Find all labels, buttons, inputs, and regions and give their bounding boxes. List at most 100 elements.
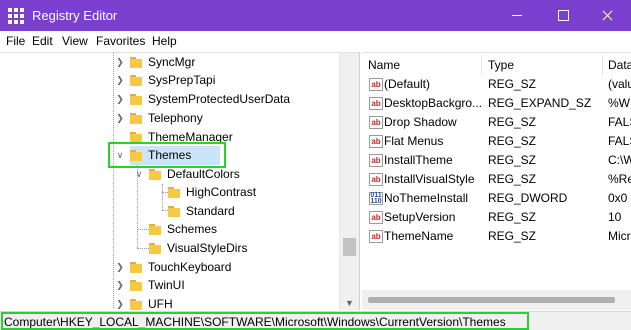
tree-connector xyxy=(137,248,149,249)
string-value-icon: ab xyxy=(369,211,383,224)
column-header-type[interactable]: Type xyxy=(488,55,514,75)
menu-file[interactable]: File xyxy=(6,34,25,48)
folder-icon xyxy=(130,299,142,310)
folder-icon xyxy=(130,75,142,86)
folder-icon xyxy=(168,206,180,217)
value-row[interactable]: ab InstallVisualStyle REG_SZ %Re xyxy=(362,170,631,189)
tree-item-label: SysPrepTapi xyxy=(148,73,216,87)
value-row[interactable]: ab Drop Shadow REG_SZ FALS xyxy=(362,113,631,132)
value-row[interactable]: 011 110 NoThemeInstall REG_DWORD 0x0 xyxy=(362,189,631,208)
tree-item-label: SystemProtectedUserData xyxy=(148,92,291,106)
scroll-down-icon[interactable]: ▼ xyxy=(345,298,354,308)
column-divider[interactable] xyxy=(481,55,482,75)
column-header-data[interactable]: Data xyxy=(608,55,631,75)
value-data: %Re xyxy=(608,172,631,186)
folder-icon xyxy=(130,94,142,105)
folder-icon xyxy=(149,243,161,254)
value-name: InstallVisualStyle xyxy=(384,172,475,186)
chevron-right-icon[interactable]: ❯ xyxy=(115,90,125,109)
menu-edit[interactable]: Edit xyxy=(32,34,53,48)
folder-icon xyxy=(130,280,142,291)
tree-connector xyxy=(113,53,114,308)
registry-values-list[interactable]: Name Type Data ab (Default) REG_SZ (valu… xyxy=(362,52,631,310)
value-data: FALS xyxy=(608,134,631,148)
value-row[interactable]: ab InstallTheme REG_SZ C:\W xyxy=(362,151,631,170)
tree-item-label: HighContrast xyxy=(186,185,257,199)
string-value-icon: ab xyxy=(369,97,383,110)
chevron-right-icon[interactable]: ❯ xyxy=(115,295,125,310)
value-data: (valu xyxy=(608,77,631,91)
value-name: Drop Shadow xyxy=(384,115,457,129)
value-name: InstallTheme xyxy=(384,153,453,167)
value-name: (Default) xyxy=(384,77,431,91)
value-row[interactable]: ab DesktopBackgro... REG_EXPAND_SZ %W xyxy=(362,94,631,113)
tree-item-label: DefaultColors xyxy=(167,167,240,181)
value-data: 10 xyxy=(608,210,622,224)
value-data: 0x0 xyxy=(608,191,628,205)
chevron-right-icon[interactable]: ❯ xyxy=(115,276,125,295)
maximize-button[interactable] xyxy=(540,0,586,31)
value-type: REG_SZ xyxy=(488,210,537,224)
value-name: ThemeName xyxy=(384,229,454,243)
folder-icon xyxy=(130,57,142,68)
value-type: REG_SZ xyxy=(488,172,537,186)
string-value-icon: ab xyxy=(369,78,383,91)
value-data: %W xyxy=(608,96,630,110)
value-type: REG_SZ xyxy=(488,229,537,243)
folder-icon xyxy=(130,113,142,124)
value-row[interactable]: ab ThemeName REG_SZ Micr xyxy=(362,227,631,246)
tree-item-label: SyncMgr xyxy=(148,55,196,69)
menu-bar: File Edit View Favorites Help xyxy=(0,31,631,51)
close-button[interactable] xyxy=(585,0,631,31)
string-value-icon: ab xyxy=(369,154,383,167)
chevron-right-icon[interactable]: ❯ xyxy=(115,258,125,277)
value-type: REG_EXPAND_SZ xyxy=(488,96,592,110)
value-name: SetupVersion xyxy=(384,210,456,224)
tree-connector xyxy=(137,229,149,230)
tree-item-label: TouchKeyboard xyxy=(148,260,232,274)
chevron-down-icon[interactable]: ∨ xyxy=(134,165,144,184)
value-name: NoThemeInstall xyxy=(384,191,469,205)
string-value-icon: ab xyxy=(369,173,383,186)
folder-icon xyxy=(168,187,180,198)
tree-item-label: Standard xyxy=(186,204,235,218)
value-data: C:\W xyxy=(608,153,631,167)
column-divider[interactable] xyxy=(602,55,603,75)
value-row[interactable]: ab SetupVersion REG_SZ 10 xyxy=(362,208,631,227)
value-row[interactable]: ab (Default) REG_SZ (valu xyxy=(362,75,631,94)
dword-value-icon: 011 110 xyxy=(369,192,383,205)
tree-scroll-thumb[interactable] xyxy=(343,238,356,256)
tree-item-label: Telephony xyxy=(148,111,203,125)
chevron-right-icon[interactable]: ❯ xyxy=(115,53,125,72)
value-type: REG_SZ xyxy=(488,77,537,91)
value-data: FALS xyxy=(608,115,631,129)
tree-vertical-scrollbar[interactable]: ▼ xyxy=(339,53,359,310)
list-scroll-thumb[interactable] xyxy=(368,297,615,303)
path-highlight-box xyxy=(1,312,529,330)
string-value-icon: ab xyxy=(369,135,383,148)
tree-connector xyxy=(162,184,163,210)
list-horizontal-scrollbar[interactable] xyxy=(362,290,631,310)
value-type: REG_SZ xyxy=(488,153,537,167)
menu-help[interactable]: Help xyxy=(152,34,177,48)
folder-icon xyxy=(130,262,142,273)
string-value-icon: ab xyxy=(369,116,383,129)
tree-item-label: UFH xyxy=(148,297,173,310)
registry-key-tree[interactable]: ❯ SyncMgr ❯ SysPrepTapi ❯ SystemProtecte… xyxy=(0,52,360,310)
tree-item-label: TwinUI xyxy=(148,278,185,292)
value-name: DesktopBackgro... xyxy=(384,96,483,110)
value-row[interactable]: ab Flat Menus REG_SZ FALS xyxy=(362,132,631,151)
chevron-right-icon[interactable]: ❯ xyxy=(115,71,125,90)
value-data: Micr xyxy=(608,229,631,243)
folder-icon xyxy=(149,224,161,235)
menu-view[interactable]: View xyxy=(62,34,88,48)
tree-item-label: Schemes xyxy=(167,222,218,236)
folder-icon xyxy=(149,169,161,180)
title-bar: Registry Editor xyxy=(0,0,631,31)
column-header-name[interactable]: Name xyxy=(368,55,400,75)
menu-favorites[interactable]: Favorites xyxy=(96,34,145,48)
minimize-button[interactable] xyxy=(494,0,540,31)
chevron-right-icon[interactable]: ❯ xyxy=(115,109,125,128)
registry-editor-icon xyxy=(8,8,24,24)
status-bar: Computer\HKEY_LOCAL_MACHINE\SOFTWARE\Mic… xyxy=(0,311,631,330)
